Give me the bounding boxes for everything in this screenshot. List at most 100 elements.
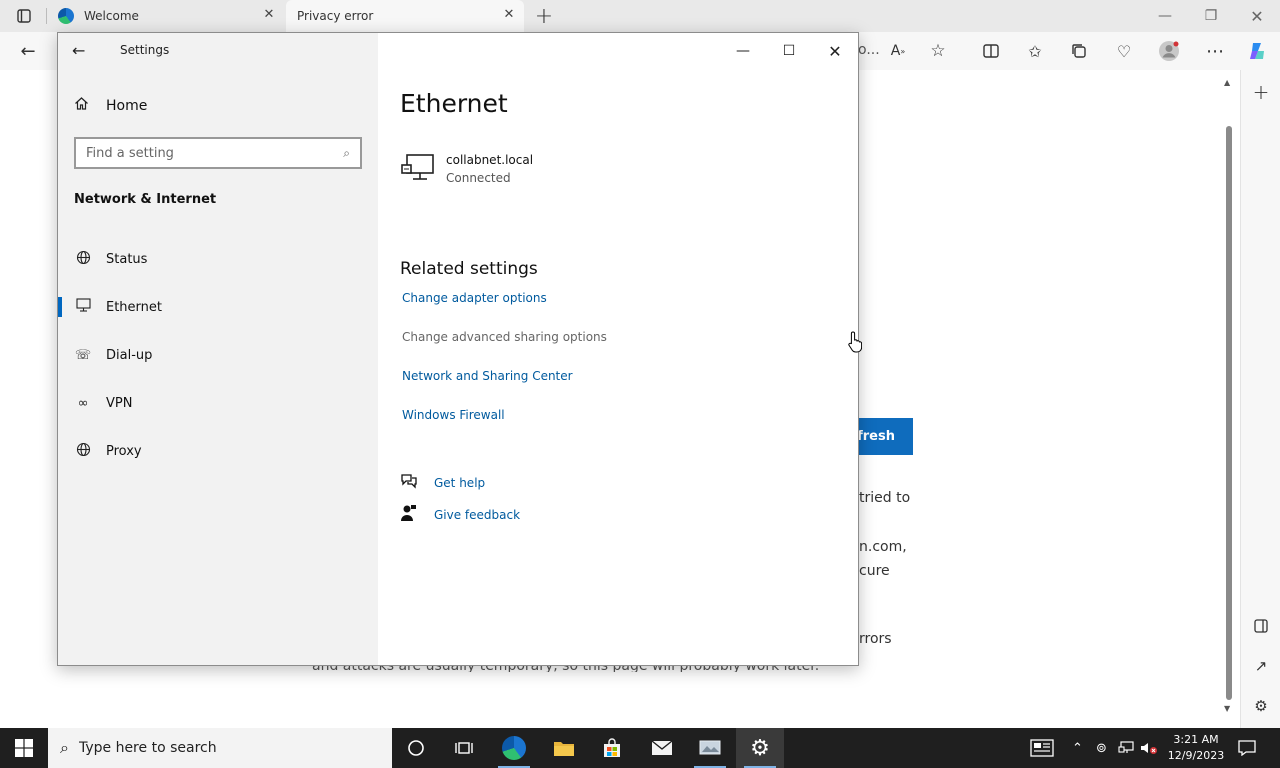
page-scrollbar[interactable]: ▲ ▼ bbox=[1222, 76, 1236, 716]
sidebar-settings-gear-icon[interactable]: ⚙ bbox=[1249, 694, 1273, 718]
browser-essentials-icon[interactable]: ♡ bbox=[1110, 38, 1138, 64]
settings-nav-pane: ← Settings Home ⌕ Network & Internet Sta… bbox=[58, 33, 378, 665]
windows-firewall-link[interactable]: Windows Firewall bbox=[402, 408, 505, 422]
scroll-up-icon[interactable]: ▲ bbox=[1224, 78, 1230, 87]
maximize-icon[interactable]: ☐ bbox=[766, 37, 812, 65]
close-icon[interactable]: ✕ bbox=[812, 37, 858, 65]
vpn-icon: ∞ bbox=[77, 395, 89, 411]
sidebar-item-dial-up[interactable]: ☏ Dial-up bbox=[58, 335, 378, 375]
copilot-icon[interactable] bbox=[1244, 38, 1272, 64]
browser-close-icon[interactable]: ✕ bbox=[1234, 0, 1280, 32]
give-feedback-link[interactable]: Give feedback bbox=[400, 504, 520, 526]
task-view-icon[interactable] bbox=[440, 728, 488, 768]
page-text-fragment: rrors bbox=[859, 631, 892, 647]
clock-date: 12/9/2023 bbox=[1167, 749, 1225, 762]
start-button[interactable] bbox=[0, 728, 48, 768]
get-help-label: Get help bbox=[434, 476, 486, 490]
cortana-icon[interactable] bbox=[392, 728, 440, 768]
remote-desktop-icon[interactable] bbox=[686, 728, 734, 768]
page-title: Ethernet bbox=[400, 89, 508, 118]
back-arrow-icon[interactable]: ← bbox=[14, 38, 42, 64]
file-explorer-icon[interactable] bbox=[540, 728, 588, 768]
sidebar-item-label: Dial-up bbox=[106, 347, 153, 363]
collections-icon[interactable] bbox=[1065, 38, 1093, 64]
sidebar-item-label: Proxy bbox=[106, 443, 142, 459]
open-external-icon[interactable]: ↗ bbox=[1249, 654, 1273, 678]
network-sharing-center-link[interactable]: Network and Sharing Center bbox=[402, 369, 573, 383]
back-arrow-icon[interactable]: ← bbox=[72, 41, 94, 61]
taskbar-search-input[interactable] bbox=[78, 740, 369, 756]
taskbar-settings-gear-icon[interactable]: ⚙ bbox=[736, 728, 784, 768]
page-text-fragment: n.com, bbox=[859, 539, 907, 555]
give-feedback-label: Give feedback bbox=[434, 508, 521, 522]
browser-restore-icon[interactable]: ❐ bbox=[1188, 0, 1234, 32]
taskbar: ⌕ ⚙ ⌃ ⊚ 3:21 AM 12/9/2023 bbox=[0, 728, 1280, 768]
edge-logo-icon bbox=[58, 8, 74, 24]
system-clock[interactable]: 3:21 AM 12/9/2023 bbox=[1164, 732, 1228, 764]
close-tab-icon[interactable]: ✕ bbox=[262, 8, 276, 22]
mail-icon[interactable] bbox=[638, 728, 686, 768]
sidebar-item-label: VPN bbox=[106, 395, 133, 411]
settings-window: ← Settings Home ⌕ Network & Internet Sta… bbox=[57, 32, 862, 666]
news-widget-icon[interactable] bbox=[1030, 728, 1054, 768]
page-text-fragment: tried to bbox=[859, 490, 911, 506]
taskbar-search[interactable]: ⌕ bbox=[48, 728, 392, 768]
tab-label: Privacy error bbox=[297, 9, 374, 23]
ethernet-monitor-icon bbox=[400, 153, 436, 183]
phone-icon: ☏ bbox=[74, 347, 92, 363]
globe-icon bbox=[74, 250, 92, 269]
sidebar-item-status[interactable]: Status bbox=[58, 239, 378, 279]
sidebar-item-proxy[interactable]: Proxy bbox=[58, 431, 378, 471]
notification-center-icon[interactable] bbox=[1238, 728, 1256, 768]
tab-welcome[interactable]: Welcome ✕ bbox=[48, 0, 284, 32]
browser-sidebar: + ↗ ⚙ bbox=[1240, 70, 1280, 728]
profile-avatar-icon[interactable] bbox=[1155, 38, 1183, 64]
sidebar-item-vpn[interactable]: ∞ VPN bbox=[58, 383, 378, 423]
split-screen-icon[interactable] bbox=[977, 38, 1005, 64]
volume-muted-icon[interactable] bbox=[1140, 728, 1158, 768]
tab-actions-icon[interactable] bbox=[10, 3, 38, 29]
search-icon: ⌕ bbox=[60, 738, 69, 757]
show-hidden-icons-chevron-icon[interactable]: ⌃ bbox=[1072, 728, 1083, 768]
browser-minimize-icon[interactable]: — bbox=[1142, 0, 1188, 32]
tab-label: Welcome bbox=[84, 9, 139, 23]
section-title: Network & Internet bbox=[74, 192, 217, 207]
home-icon bbox=[74, 96, 92, 115]
sidebar-item-label: Ethernet bbox=[106, 299, 162, 315]
new-tab-icon[interactable]: + bbox=[530, 3, 558, 29]
sidebar-toggle-icon[interactable] bbox=[1249, 614, 1273, 638]
favorites-icon[interactable]: ✩ bbox=[1021, 38, 1049, 64]
more-options-icon[interactable]: ⋯ bbox=[1201, 38, 1229, 64]
sidebar-item-ethernet[interactable]: Ethernet bbox=[58, 287, 378, 327]
settings-content-pane: Ethernet collabnet.local Connected Relat… bbox=[378, 33, 862, 665]
get-help-link[interactable]: Get help bbox=[400, 473, 485, 493]
store-icon[interactable] bbox=[588, 728, 636, 768]
change-advanced-sharing-link[interactable]: Change advanced sharing options bbox=[402, 330, 607, 344]
sidebar-item-label: Status bbox=[106, 251, 148, 267]
taskbar-edge-icon[interactable] bbox=[490, 728, 538, 768]
monitor-icon bbox=[74, 298, 92, 316]
favorite-star-icon[interactable]: ☆ bbox=[924, 38, 952, 64]
read-aloud-icon[interactable]: A» bbox=[884, 38, 912, 64]
network-status: Connected bbox=[446, 171, 511, 185]
location-icon[interactable]: ⊚ bbox=[1096, 728, 1107, 768]
change-adapter-options-link[interactable]: Change adapter options bbox=[402, 291, 547, 305]
add-sidebar-icon[interactable]: + bbox=[1249, 80, 1273, 104]
tab-separator bbox=[46, 8, 47, 24]
tab-privacy-error[interactable]: Privacy error ✕ bbox=[286, 0, 524, 32]
scroll-thumb[interactable] bbox=[1226, 126, 1232, 700]
address-bar-text[interactable]: o... bbox=[858, 42, 880, 58]
network-item[interactable]: collabnet.local Connected bbox=[400, 153, 533, 185]
scroll-down-icon[interactable]: ▼ bbox=[1224, 704, 1230, 713]
minimize-icon[interactable]: — bbox=[720, 37, 766, 65]
network-name: collabnet.local bbox=[446, 153, 534, 167]
find-setting-input[interactable] bbox=[86, 145, 326, 161]
browser-tab-bar: Welcome ✕ Privacy error ✕ + — ❐ ✕ bbox=[0, 0, 1280, 32]
close-tab-icon[interactable]: ✕ bbox=[502, 8, 516, 22]
home-nav-item[interactable]: Home bbox=[74, 96, 147, 115]
windows-logo-icon bbox=[15, 739, 33, 757]
window-title: Settings bbox=[120, 43, 170, 57]
mouse-cursor-icon bbox=[848, 331, 862, 353]
network-tray-icon[interactable] bbox=[1118, 728, 1134, 768]
find-setting-box[interactable]: ⌕ bbox=[74, 137, 362, 169]
